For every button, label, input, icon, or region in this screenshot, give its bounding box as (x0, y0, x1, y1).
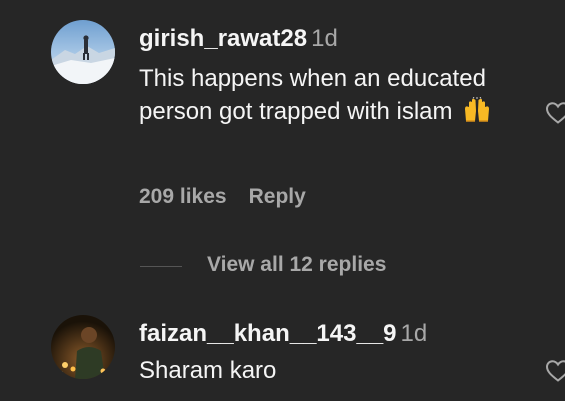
comment-text: This happens when an educated person got… (139, 62, 539, 128)
view-replies-button[interactable]: View all 12 replies (0, 252, 565, 280)
heart-icon[interactable] (545, 101, 565, 125)
comment-text: Sharam karo (139, 354, 539, 387)
avatar[interactable] (51, 315, 115, 379)
comment-timestamp: 1d (311, 25, 338, 52)
username-link[interactable]: girish_rawat28 (139, 25, 307, 52)
comment-header: girish_rawat28 1d (139, 25, 338, 53)
view-replies-divider (140, 266, 182, 267)
comment-text-content: Sharam karo (139, 357, 277, 384)
view-replies-label[interactable]: View all 12 replies (207, 253, 386, 277)
like-count[interactable]: 209 likes (139, 185, 227, 208)
comment-meta: 209 likes Reply (139, 185, 306, 209)
comment-timestamp: 1d (400, 320, 428, 347)
avatar[interactable] (51, 20, 115, 84)
comment-text-content: This happens when an educated person got… (139, 65, 486, 125)
username-link[interactable]: faizan__khan__143__9 (139, 320, 397, 347)
comment-header: faizan__khan__143__9 1d (139, 320, 427, 348)
heart-icon[interactable] (545, 359, 565, 383)
reply-button[interactable]: Reply (249, 185, 306, 208)
raising-hands-emoji (463, 96, 491, 123)
